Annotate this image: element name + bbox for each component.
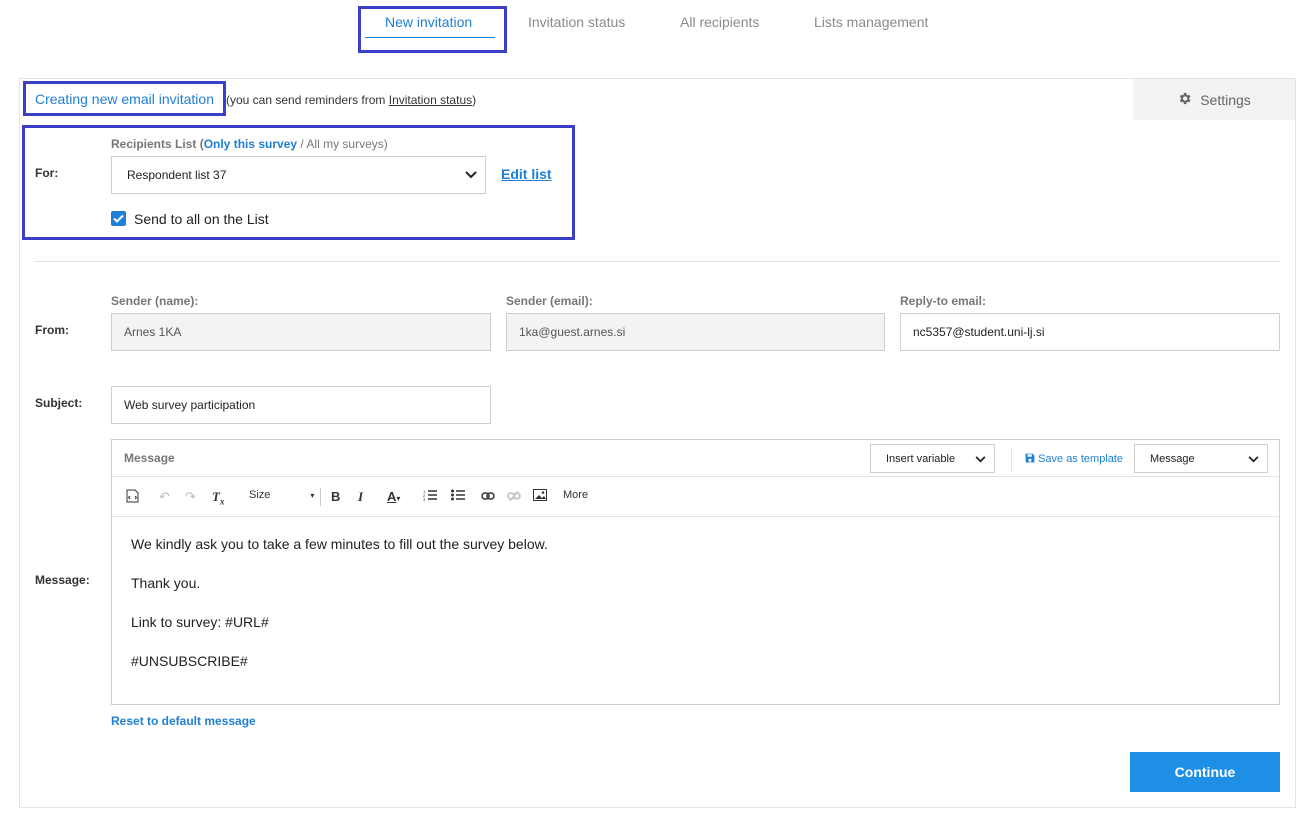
- source-icon[interactable]: [126, 489, 139, 506]
- more-button[interactable]: More: [563, 489, 588, 501]
- gear-icon: [1177, 91, 1192, 109]
- tab-new-invitation[interactable]: New invitation: [385, 14, 472, 30]
- toolbar-separator: [320, 488, 321, 506]
- save-as-template-button[interactable]: Save as template: [1025, 453, 1123, 465]
- redo-icon[interactable]: ↷: [185, 489, 196, 505]
- settings-label: Settings: [1200, 91, 1251, 108]
- message-line: #UNSUBSCRIBE#: [131, 653, 248, 669]
- tab-invitation-status[interactable]: Invitation status: [528, 14, 625, 30]
- settings-button[interactable]: Settings: [1133, 79, 1295, 120]
- italic-icon[interactable]: I: [358, 489, 363, 505]
- sender-name-input: Arnes 1KA: [111, 313, 491, 351]
- subject-label: Subject:: [35, 396, 83, 410]
- from-label: From:: [35, 323, 69, 337]
- floppy-disk-icon: [1025, 453, 1035, 463]
- chevron-down-icon: [465, 168, 477, 182]
- active-tab-underline: [365, 37, 495, 38]
- subject-input[interactable]: Web survey participation: [111, 386, 491, 424]
- message-label: Message:: [35, 573, 90, 587]
- text-color-icon[interactable]: A▾: [387, 489, 400, 504]
- section-divider: [34, 261, 1280, 262]
- editor-toolbar: ↶ ↷ Tx Size ▾ B I A▾ 123 More: [112, 478, 1279, 517]
- header-separator: [1011, 447, 1012, 471]
- sender-name-label: Sender (name):: [111, 294, 199, 308]
- all-my-surveys-link[interactable]: All my surveys: [306, 137, 383, 151]
- svg-text:3: 3: [423, 497, 426, 501]
- invitation-status-link[interactable]: Invitation status: [389, 93, 472, 107]
- bullet-list-icon[interactable]: [451, 489, 465, 504]
- page-subtitle: (you can send reminders from Invitation …: [226, 93, 477, 107]
- recipients-list-select[interactable]: Respondent list 37: [111, 156, 486, 194]
- for-label: For:: [35, 166, 59, 180]
- sender-email-input: 1ka@guest.arnes.si: [506, 313, 885, 351]
- undo-icon[interactable]: ↶: [159, 489, 170, 505]
- link-icon[interactable]: [481, 489, 495, 504]
- chevron-down-icon: [975, 452, 986, 466]
- message-line: Link to survey: #URL#: [131, 614, 269, 630]
- reply-to-input[interactable]: nc5357@student.uni-lj.si: [900, 313, 1280, 351]
- send-to-all-label: Send to all on the List: [134, 211, 269, 227]
- message-editor: Message Insert variable Save as template…: [111, 439, 1280, 705]
- send-to-all-checkbox[interactable]: [111, 211, 126, 226]
- unlink-icon[interactable]: [507, 489, 521, 504]
- recipients-list-label: Recipients List (Only this survey / All …: [111, 137, 388, 151]
- sender-email-label: Sender (email):: [506, 294, 593, 308]
- recipients-list-value: Respondent list 37: [127, 168, 227, 182]
- insert-variable-select[interactable]: Insert variable: [870, 444, 995, 473]
- message-body[interactable]: We kindly ask you to take a few minutes …: [131, 536, 548, 692]
- message-line: Thank you.: [131, 575, 201, 591]
- page-title: Creating new email invitation: [35, 91, 214, 107]
- edit-list-link[interactable]: Edit list: [501, 166, 552, 182]
- message-line: We kindly ask you to take a few minutes …: [131, 536, 548, 552]
- reply-to-label: Reply-to email:: [900, 294, 987, 308]
- only-this-survey-link[interactable]: Only this survey: [204, 137, 297, 151]
- editor-title: Message: [124, 451, 175, 465]
- font-size-select[interactable]: Size ▾: [249, 489, 314, 501]
- image-icon[interactable]: [533, 489, 547, 504]
- clear-format-icon[interactable]: Tx: [212, 489, 224, 507]
- reset-default-message-link[interactable]: Reset to default message: [111, 714, 256, 728]
- numbered-list-icon[interactable]: 123: [423, 489, 437, 504]
- template-select[interactable]: Message: [1134, 444, 1268, 473]
- bold-icon[interactable]: B: [331, 489, 340, 504]
- tab-lists-management[interactable]: Lists management: [814, 14, 928, 30]
- editor-header: Message Insert variable Save as template…: [112, 440, 1279, 477]
- checkmark-icon: [113, 214, 124, 223]
- continue-button[interactable]: Continue: [1130, 752, 1280, 792]
- chevron-down-icon: [1248, 452, 1259, 466]
- tab-all-recipients[interactable]: All recipients: [680, 14, 759, 30]
